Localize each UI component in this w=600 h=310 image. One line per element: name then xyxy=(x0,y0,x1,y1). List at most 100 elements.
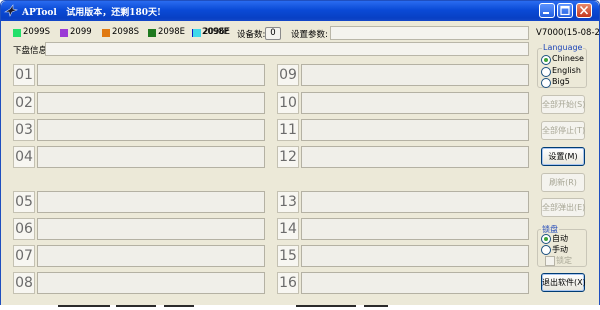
checkbox-label: 锁定 xyxy=(556,256,572,265)
radio-label: English xyxy=(552,66,581,75)
radio-selected-dot xyxy=(544,237,548,241)
slot-status-box[interactable] xyxy=(301,92,529,114)
clipped-text-fragment xyxy=(58,305,110,307)
legend-label: 2098E xyxy=(158,27,186,37)
lock-disk-group: 锁盘 自动 手动 锁定 xyxy=(537,224,587,267)
legend-item-2098s: 2098S xyxy=(102,27,146,38)
slot-number: 03 xyxy=(13,119,35,141)
drive-slot-07[interactable]: 07 xyxy=(13,245,267,267)
bird-app-icon xyxy=(4,4,18,17)
refresh-button[interactable]: 刷新(R) xyxy=(541,173,585,192)
drive-slot-08[interactable]: 08 xyxy=(13,272,267,294)
slot-number: 08 xyxy=(13,272,35,294)
slot-number: 15 xyxy=(277,245,299,267)
drive-slot-06[interactable]: 06 xyxy=(13,218,267,240)
slot-number: 06 xyxy=(13,218,35,240)
slot-number: 07 xyxy=(13,245,35,267)
slot-status-box[interactable] xyxy=(301,272,529,294)
slot-status-box[interactable] xyxy=(301,64,529,86)
lock-radio-manual[interactable]: 手动 xyxy=(541,245,585,255)
clipped-text-fragment xyxy=(164,305,194,307)
app-window: APTool 试用版本，还剩180天! 2099S 2099 2098S 209… xyxy=(0,0,600,307)
slot-number: 09 xyxy=(277,64,299,86)
slot-status-box[interactable] xyxy=(301,146,529,168)
language-radio-big5[interactable]: Big5 xyxy=(541,77,585,88)
legend-item-2099s: 2099S xyxy=(13,27,57,38)
drive-slot-04[interactable]: 04 xyxy=(13,146,267,168)
title-bar[interactable]: APTool 试用版本，还剩180天! xyxy=(1,1,599,21)
slot-number: 16 xyxy=(277,272,299,294)
drive-slot-05[interactable]: 05 xyxy=(13,191,267,213)
slot-status-box[interactable] xyxy=(301,119,529,141)
legend-label: 2096E xyxy=(203,27,231,37)
maximize-icon xyxy=(560,5,570,16)
lock-checkbox[interactable]: 锁定 xyxy=(545,256,585,266)
radio-circle xyxy=(541,67,551,77)
drive-slot-02[interactable]: 02 xyxy=(13,92,267,114)
slot-status-box[interactable] xyxy=(301,218,529,240)
lock-radio-auto[interactable]: 自动 xyxy=(541,234,585,244)
radio-circle xyxy=(541,78,551,88)
language-group-title: Language xyxy=(542,43,584,52)
drive-slot-03[interactable]: 03 xyxy=(13,119,267,141)
drive-slot-12[interactable]: 12 xyxy=(277,146,531,168)
radio-label: Big5 xyxy=(552,77,570,86)
slot-number: 02 xyxy=(13,92,35,114)
slot-status-box[interactable] xyxy=(37,191,265,213)
slot-status-box[interactable] xyxy=(37,218,265,240)
drive-slot-14[interactable]: 14 xyxy=(277,218,531,240)
language-radio-chinese[interactable]: Chinese xyxy=(541,54,585,65)
legend-swatch xyxy=(148,29,156,37)
maximize-button[interactable] xyxy=(557,3,573,18)
clipped-text-fragment xyxy=(116,305,156,307)
minimize-icon xyxy=(543,12,549,14)
legend-swatch xyxy=(193,29,201,37)
slot-status-box[interactable] xyxy=(301,191,529,213)
slot-status-box[interactable] xyxy=(37,146,265,168)
checkbox-box xyxy=(545,256,555,266)
drive-slot-09[interactable]: 09 xyxy=(277,64,531,86)
start-all-button[interactable]: 全部开始(S) xyxy=(541,95,585,114)
slot-status-box[interactable] xyxy=(37,92,265,114)
clipped-text-fragment xyxy=(296,305,356,307)
settings-button[interactable]: 设置(M) xyxy=(541,147,585,166)
legend-label: 2099 xyxy=(70,27,92,37)
minimize-button[interactable] xyxy=(539,3,555,18)
exit-button[interactable]: 退出软件(X) xyxy=(541,273,586,292)
drive-slot-13[interactable]: 13 xyxy=(277,191,531,213)
close-button[interactable] xyxy=(576,3,592,18)
device-count-value: 0 xyxy=(265,27,281,40)
drive-slot-15[interactable]: 15 xyxy=(277,245,531,267)
version-label: V7000(15-08-25) xyxy=(536,28,600,38)
slot-number: 04 xyxy=(13,146,35,168)
radio-label: 手动 xyxy=(552,245,568,254)
eject-all-button[interactable]: 全部弹出(E) xyxy=(541,198,585,217)
slot-number: 13 xyxy=(277,191,299,213)
window-title: APTool 试用版本，还剩180天! xyxy=(22,8,161,18)
language-radio-english[interactable]: English xyxy=(541,66,585,77)
device-count-label: 设备数: xyxy=(237,30,266,40)
slot-number: 01 xyxy=(13,64,35,86)
drive-slot-11[interactable]: 11 xyxy=(277,119,531,141)
slot-status-box[interactable] xyxy=(37,64,265,86)
legend-swatch xyxy=(60,29,68,37)
drive-slot-10[interactable]: 10 xyxy=(277,92,531,114)
slot-status-box[interactable] xyxy=(37,245,265,267)
slot-status-box[interactable] xyxy=(37,272,265,294)
radio-circle xyxy=(541,55,551,65)
language-group: Language Chinese English Big5 xyxy=(537,43,587,88)
legend-swatch xyxy=(13,29,21,37)
stop-all-button[interactable]: 全部停止(T) xyxy=(541,121,585,140)
slot-status-box[interactable] xyxy=(37,119,265,141)
slot-number: 05 xyxy=(13,191,35,213)
drive-slot-16[interactable]: 16 xyxy=(277,272,531,294)
radio-circle xyxy=(541,245,551,255)
clipped-text-fragment xyxy=(364,305,388,307)
settings-params-field xyxy=(330,26,529,40)
slot-number: 12 xyxy=(277,146,299,168)
drive-slot-01[interactable]: 01 xyxy=(13,64,267,86)
slot-status-box[interactable] xyxy=(301,245,529,267)
close-icon xyxy=(579,5,589,15)
settings-params-label: 设置参数: xyxy=(291,30,328,40)
slot-number: 10 xyxy=(277,92,299,114)
